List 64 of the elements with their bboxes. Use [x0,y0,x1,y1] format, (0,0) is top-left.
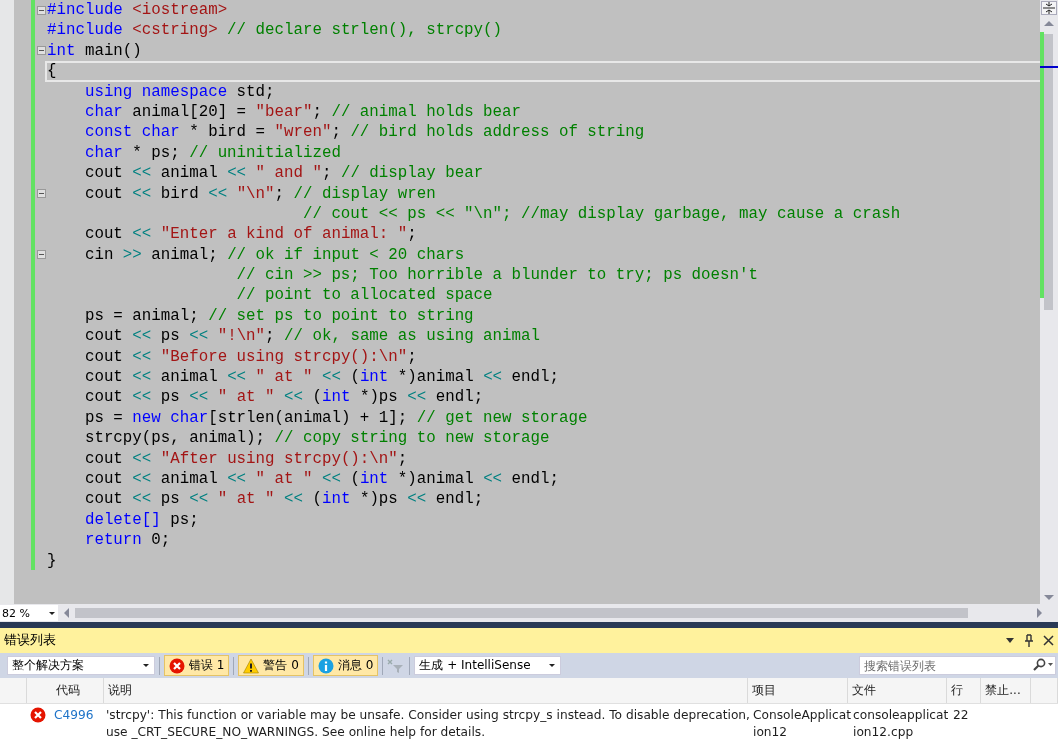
column-header[interactable]: 代码 [26,678,104,703]
collapse-icon[interactable] [36,250,46,260]
filter-button[interactable]: 错误 1 [164,655,230,676]
code-line: ps = animal; // set ps to point to string [83,305,475,327]
collapse-icon[interactable] [36,189,46,199]
table-cell-text: 22 [952,707,970,724]
collapse-icon[interactable] [36,46,46,56]
code-line: { [45,61,1040,82]
info-icon [317,657,334,674]
column-header[interactable]: 禁止... [981,678,1032,703]
code-line: char * ps; // uninitialized [83,142,342,164]
error-icon [30,707,46,723]
source-dropdown[interactable]: 生成 + IntelliSense [414,656,562,675]
code-line: cout << animal << " at " << (int *)animal << endl; [83,469,560,490]
filter-button[interactable]: 警告 0 [238,655,304,676]
scroll-thumb[interactable] [1044,34,1053,310]
code-line: cout << bird << "\n"; // display wren [83,183,437,204]
code-line: cout << "Before using strcpy():\n"; [83,346,418,368]
panel-title: 错误列表 [4,632,56,649]
column-header[interactable]: 行 [947,678,982,703]
code-line: const char * bird = "wren"; // bird holds address of string [83,122,646,143]
warning-icon [243,657,260,674]
code-line: cout << ps << " at " << (int *)ps << endl; [83,489,485,510]
code-line: #include <cstring> // declare strlen(), strcpy() [46,20,504,41]
filter-button[interactable]: 消息 0 [312,655,379,676]
code-line: ps = new char[strlen(animal) + 1]; // get new storage [83,407,589,429]
code-line: return 0; [83,530,172,551]
table-cell-text: consoleapplication12.cpp [852,707,950,741]
zoom-dropdown[interactable]: 82 % [0,605,58,621]
code-line: #include <iostream> [46,0,229,21]
code-line: cout << ps << "!\n"; // ok, same as using animal [83,326,541,347]
column-header[interactable]: 说明 [103,678,749,703]
scroll-up-icon[interactable] [1044,21,1054,26]
code-line: int main() [46,40,143,62]
table-cell-text: ConsoleApplication12 [752,707,851,741]
column-header[interactable]: 文件 [847,678,948,703]
dropdown-icon[interactable] [1005,637,1015,644]
column-header[interactable]: 项目 [748,678,848,703]
code-line: } [46,550,58,572]
vertical-scrollbar[interactable] [1040,0,1058,604]
code-line: cout << animal << " and "; // display bear [83,163,485,184]
split-icon[interactable] [1041,1,1057,15]
error-code-link[interactable]: C4996 [54,708,94,722]
search-icon[interactable] [1032,658,1054,672]
code-line: char animal[20] = "bear"; // animal holds bear [83,101,522,123]
scope-dropdown[interactable]: 整个解决方案 [7,656,155,675]
code-line: cout << ps << " at " << (int *)ps << endl; [83,387,485,408]
close-icon[interactable] [1043,635,1054,646]
code-line: cin >> animal; // ok if input < 20 chars [83,244,466,266]
code-line: cout << animal << " at " << (int *)animal << endl; [83,367,560,388]
code-line: using namespace std; [83,81,276,103]
code-line: cout << "Enter a kind of animal: "; [83,224,418,245]
scroll-thumb[interactable] [75,608,968,618]
code-line: // cout << ps << "\n"; //may display garbage, may cause a crash [301,203,902,225]
code-line: delete[] ps; [83,509,200,531]
code-line: cout << "After using strcpy():\n"; [83,448,409,470]
code-line: strcpy(ps, animal); // copy string to new storage [83,428,551,449]
error-icon [169,657,185,674]
code-line: // point to allocated space [235,285,494,306]
collapse-icon[interactable] [36,5,46,15]
search-field[interactable]: 搜索错误列表 [859,656,1056,675]
code-line: // cin >> ps; Too horrible a blunder to try; ps doesn't [235,265,759,286]
table-cell-text: 'strcpy': This function or variable may be unsafe. Consider using strcpy_s instead. To disable deprecation, use _CRT_SECURE_NO_WARNINGS. See online help for details. [105,707,751,741]
pin-icon[interactable] [1024,634,1034,647]
